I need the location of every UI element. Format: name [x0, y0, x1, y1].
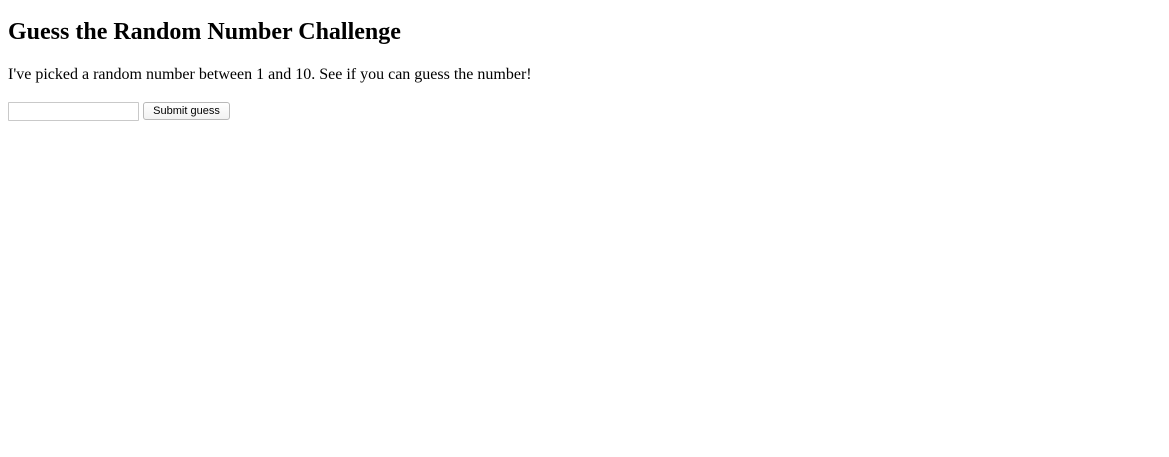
- guess-form: Submit guess: [8, 101, 1161, 121]
- intro-text: I've picked a random number between 1 an…: [8, 66, 532, 83]
- submit-guess-button[interactable]: Submit guess: [143, 102, 230, 120]
- guess-input[interactable]: [8, 101, 139, 121]
- page-title: Guess the Random Number Challenge: [8, 19, 401, 45]
- page: Guess the Random Number Challenge I've p…: [0, 0, 1169, 121]
